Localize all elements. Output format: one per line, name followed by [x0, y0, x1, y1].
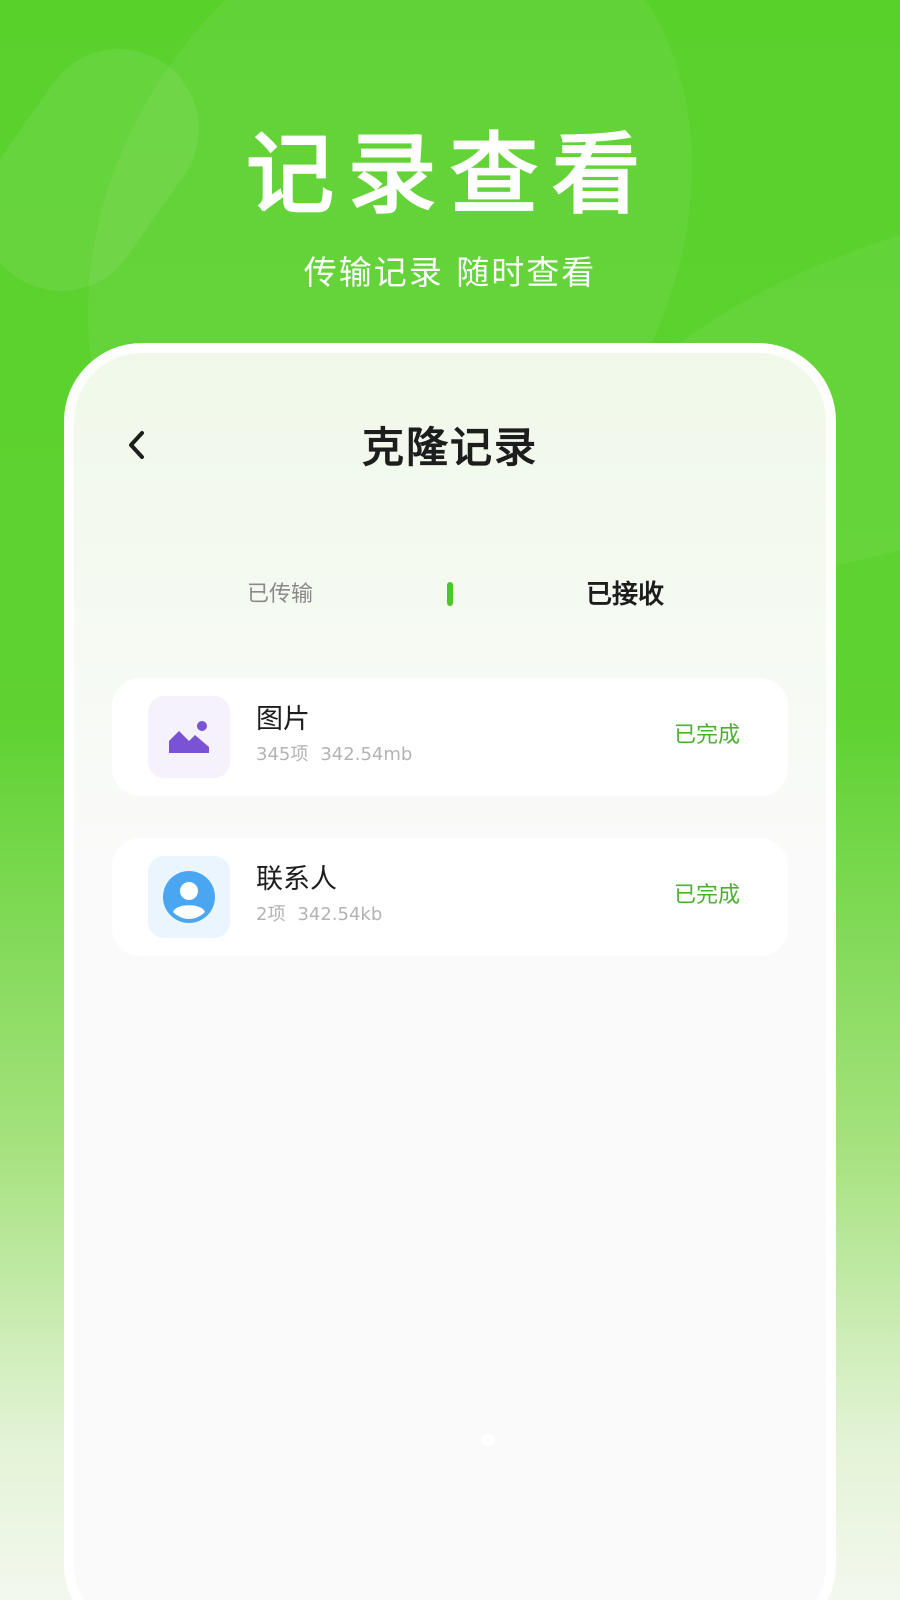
record-name: 图片: [256, 704, 310, 735]
page-title: 克隆记录: [361, 423, 538, 472]
status-badge: 已完成: [673, 723, 740, 748]
phone-frame: [64, 343, 836, 1600]
tab-received[interactable]: 已接收: [545, 575, 705, 615]
image-icon: [169, 721, 209, 753]
record-item-contacts[interactable]: 联系人 2项 342.54kb 已完成: [112, 838, 788, 956]
hero-subtitle: 传输记录 随时查看: [303, 253, 597, 292]
record-size: 342.54kb: [297, 904, 383, 925]
record-count: 2项: [256, 904, 286, 925]
record-icon-box: [148, 696, 230, 778]
status-badge: 已完成: [673, 883, 740, 908]
app-screen: 记录查看 传输记录 随时查看 克隆记录 已传输 已接收 图片 345项 342.5…: [0, 0, 900, 1600]
record-item-images[interactable]: 图片 345项 342.54mb 已完成: [112, 678, 788, 796]
tab-transferred[interactable]: 已传输: [200, 575, 360, 615]
record-name: 联系人: [256, 864, 337, 895]
record-count: 345项: [256, 744, 309, 765]
contact-icon: [163, 871, 215, 923]
record-icon-box: [148, 856, 230, 938]
record-meta: 2项 342.54kb: [256, 902, 382, 928]
record-size: 342.54mb: [320, 744, 413, 765]
record-meta: 345项 342.54mb: [256, 742, 412, 768]
tab-divider: [447, 582, 453, 606]
hero-title: 记录查看: [245, 123, 654, 226]
decorative-dot: [481, 1433, 495, 1447]
